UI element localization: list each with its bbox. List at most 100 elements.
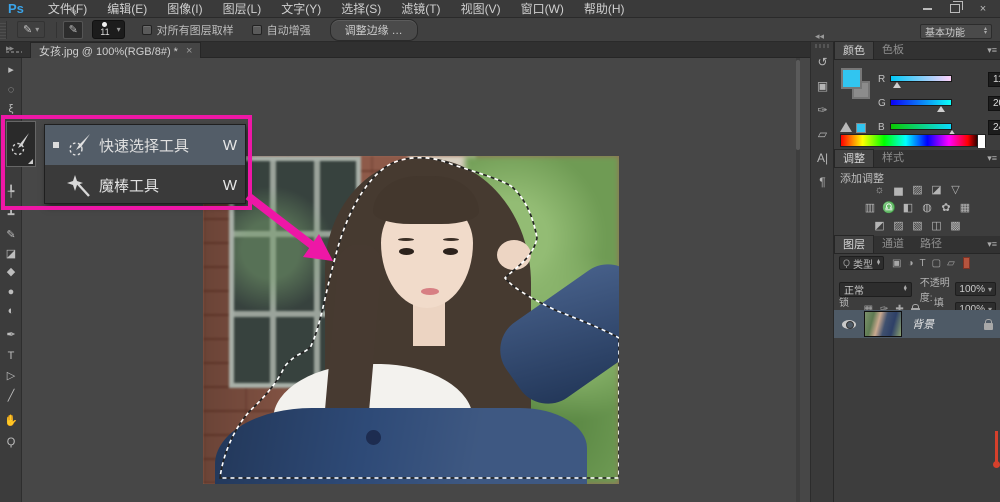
document-image[interactable] (203, 156, 619, 484)
channel-slider[interactable] (890, 123, 952, 130)
layer-filter-icon[interactable]: ◑ (907, 258, 913, 269)
tool-preset-picker[interactable]: ✎ ▾ (17, 21, 46, 38)
tab-channels[interactable]: 通道 (874, 235, 912, 253)
marquee-tool[interactable]: ◌ (0, 82, 22, 99)
menu-item[interactable]: 文字(Y) (271, 2, 331, 16)
adjustment-icon[interactable]: ▨ (889, 218, 908, 234)
brush-tool[interactable]: ✎ (0, 227, 22, 244)
layer-row-background[interactable]: 背景 (834, 310, 1000, 338)
adjustment-icon[interactable]: ▥ (861, 200, 880, 216)
menu-item[interactable]: 图像(I) (157, 2, 212, 16)
refine-edge-button[interactable]: 调整边缘 … (329, 18, 418, 41)
restore-button[interactable] (942, 1, 968, 16)
hand-tool[interactable]: ✋ (0, 413, 22, 430)
menu-item[interactable]: 帮助(H) (574, 2, 635, 16)
tab-adjustments[interactable]: 调整 (834, 149, 874, 167)
channel-slider[interactable] (890, 75, 952, 82)
actions-panel-icon[interactable]: ▣ (811, 74, 834, 98)
slider-thumb-icon[interactable] (937, 106, 946, 112)
pen-tool[interactable]: ✒ (0, 327, 22, 344)
document-tab[interactable]: 女孩.jpg @ 100%(RGB/8#) * × (30, 42, 202, 58)
layer-filter-icon[interactable]: ▢ (932, 258, 941, 269)
minimize-button[interactable] (914, 1, 940, 16)
line-tool[interactable]: ╱ (0, 388, 22, 405)
adjustment-icon[interactable]: ▧ (908, 218, 927, 234)
layer-thumbnail[interactable] (864, 311, 902, 337)
adjustment-icon[interactable]: ◧ (899, 200, 918, 216)
auto-enhance-checkbox[interactable]: 自动增强 (251, 22, 311, 38)
crop-tool[interactable]: ╄ (0, 184, 22, 201)
color-spectrum-ramp[interactable] (840, 134, 986, 148)
zoom-tool[interactable]: Ϙ (0, 434, 22, 451)
adjustment-icon[interactable]: ▽ (946, 182, 965, 198)
clone-stamp-tool[interactable]: ┻ (0, 207, 22, 224)
channel-value-field[interactable]: 200 (988, 96, 1000, 111)
paragraph-panel-icon[interactable]: ¶ (811, 170, 834, 194)
menu-item[interactable]: 编辑(E) (97, 2, 157, 16)
channel-value-field[interactable]: 11 (988, 72, 1000, 87)
adjustment-icon[interactable]: ▨ (908, 182, 927, 198)
adjustment-icon[interactable]: ◩ (870, 218, 889, 234)
adjustment-icon[interactable]: ☼ (870, 182, 889, 198)
panel-menu-icon[interactable]: ▾≡ (987, 45, 997, 56)
tab-paths[interactable]: 路径 (912, 235, 950, 253)
menu-item[interactable]: 滤镜(T) (391, 2, 450, 16)
clone-source-panel-icon[interactable]: ▱ (811, 122, 834, 146)
quick-selection-tool-button[interactable] (6, 121, 36, 167)
move-tool[interactable]: ▸ (0, 62, 22, 79)
new-selection-brush-icon[interactable]: ✎ (63, 3, 83, 21)
layer-filter-icon[interactable]: T (920, 258, 926, 269)
layer-filter-icon[interactable]: ▱ (947, 258, 955, 269)
paint-bucket-tool[interactable]: ◆ (0, 264, 22, 281)
checkbox-icon[interactable] (251, 24, 262, 35)
adjustment-icon[interactable]: ▅ (889, 182, 908, 198)
add-selection-brush-icon[interactable]: ✎ (63, 20, 84, 39)
character-panel-icon[interactable]: A| (811, 146, 834, 170)
close-button[interactable]: × (970, 1, 996, 16)
menu-item[interactable]: 选择(S) (331, 2, 391, 16)
slider-thumb-icon[interactable] (892, 82, 901, 88)
layer-filter-icon[interactable]: ▣ (892, 258, 901, 269)
adjustment-icon[interactable]: ◪ (927, 182, 946, 198)
channel-value-field[interactable]: 247 (988, 120, 1000, 135)
panel-menu-icon[interactable]: ▾≡ (987, 239, 997, 250)
sample-all-layers-checkbox[interactable]: 对所有图层取样 (141, 22, 234, 38)
tab-color[interactable]: 颜色 (834, 41, 874, 59)
menu-item[interactable]: 图层(L) (213, 2, 272, 16)
adjustment-icon[interactable]: ◍ (918, 200, 937, 216)
filter-toggle-icon[interactable] (962, 257, 970, 269)
gamut-color-swatch[interactable] (856, 123, 866, 133)
brush-size-picker[interactable]: 11 ▾ (92, 20, 125, 39)
menu-item[interactable]: 视图(V) (451, 2, 511, 16)
adjustment-icon[interactable]: ◫ (927, 218, 946, 234)
collapse-panels-icon[interactable]: ◂◂ (815, 31, 824, 42)
menu-item[interactable]: 窗口(W) (511, 2, 574, 16)
checkbox-icon[interactable] (141, 24, 152, 35)
foreground-color-swatch[interactable] (841, 68, 862, 89)
eraser-tool[interactable]: ◪ (0, 246, 22, 263)
tool-flyout-item[interactable]: 魔棒工具 W (45, 165, 245, 205)
tab-styles[interactable]: 样式 (874, 149, 912, 167)
brush-presets-panel-icon[interactable]: ✑ (811, 98, 834, 122)
type-tool[interactable]: T (0, 348, 22, 365)
panel-menu-icon[interactable]: ▾≡ (987, 153, 997, 164)
layer-name[interactable]: 背景 (912, 316, 984, 332)
tab-layers[interactable]: 图层 (834, 235, 874, 253)
channel-slider[interactable] (890, 99, 952, 106)
adjustment-icon[interactable]: ✿ (937, 200, 956, 216)
gamut-warning-icon[interactable] (840, 122, 852, 132)
scrollbar-thumb[interactable] (796, 60, 800, 150)
layer-visibility-eye-icon[interactable] (842, 319, 856, 329)
lasso-tool[interactable]: ξ (0, 101, 22, 118)
workspace-switcher[interactable]: 基本功能 ▴ ▾ (920, 24, 992, 39)
adjustment-icon[interactable]: ▦ (956, 200, 975, 216)
adjustment-icon[interactable]: ♎ (880, 200, 899, 216)
canvas-scrollbar[interactable] (796, 58, 800, 502)
dodge-tool[interactable]: ◐ (0, 303, 22, 320)
layer-filter-type-select[interactable]: Ϙ 类型 ▴ ▾ (839, 256, 885, 271)
history-panel-icon[interactable]: ↺ (811, 50, 834, 74)
blur-tool[interactable]: ● (0, 284, 22, 301)
tab-close-icon[interactable]: × (186, 45, 192, 57)
adjustment-icon[interactable]: ▩ (946, 218, 965, 234)
tool-flyout-item[interactable]: 快速选择工具 W (45, 125, 245, 165)
